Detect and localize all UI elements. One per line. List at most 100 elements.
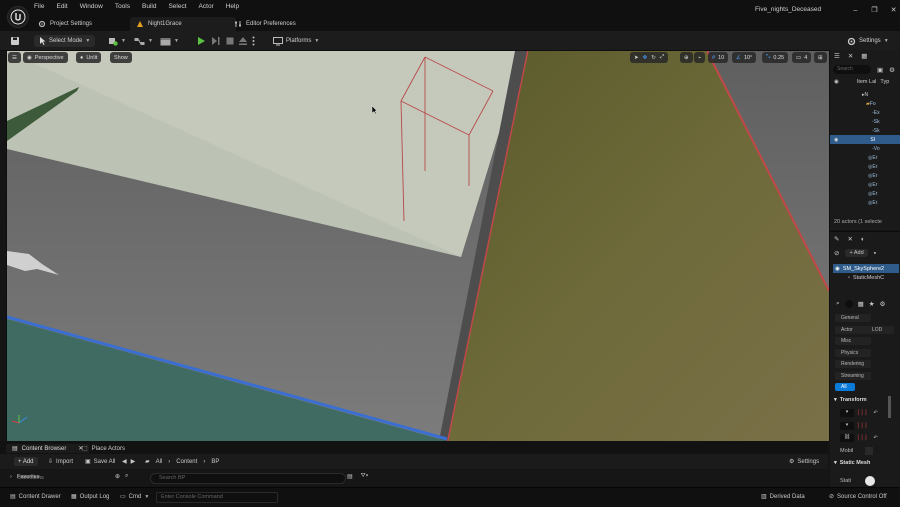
- blueprint-link-icon[interactable]: ⊘: [834, 249, 839, 257]
- view-mode-dropdown[interactable]: ● Unlit: [76, 52, 102, 63]
- cmd-dropdown[interactable]: ▭ Cmd ▼: [120, 493, 149, 501]
- cinematics-button[interactable]: ▼: [160, 35, 179, 47]
- menu-actor[interactable]: Actor: [199, 3, 214, 10]
- static-mesh-section-header[interactable]: ▾ Static Mesh: [834, 460, 870, 466]
- scale-dropdown[interactable]: ⛓: [840, 434, 854, 442]
- breadcrumb-all[interactable]: All: [156, 459, 163, 465]
- mobility-toggle[interactable]: [865, 447, 874, 455]
- menu-select[interactable]: Select: [168, 3, 186, 10]
- filter-icon[interactable]: ▣: [877, 66, 883, 74]
- location-xyz-fields[interactable]: ▏▏▏: [858, 410, 870, 416]
- menu-file[interactable]: File: [34, 3, 44, 10]
- add-button[interactable]: + Add: [14, 457, 38, 466]
- visibility-eye-icon[interactable]: ◉: [834, 137, 838, 143]
- list-item[interactable]: ◎ Er: [830, 171, 900, 180]
- sources-collapse[interactable]: › Favorites Collections: [10, 474, 44, 481]
- content-settings-button[interactable]: ⚙ Settings: [789, 458, 819, 466]
- list-item-selected[interactable]: ◉ SI: [830, 135, 900, 144]
- location-dropdown[interactable]: ▾: [840, 409, 854, 417]
- category-lod[interactable]: LOD: [866, 326, 894, 334]
- tab-place-actors[interactable]: ⬚ Place Actors: [82, 445, 125, 453]
- search-icon[interactable]: ⌕: [125, 473, 128, 480]
- content-search-input[interactable]: Search BP: [150, 473, 346, 484]
- outliner-search-input[interactable]: Search: [833, 65, 871, 74]
- blueprint-icon[interactable]: ▪: [874, 250, 876, 257]
- viewport-menu-button[interactable]: ☰: [8, 52, 21, 63]
- select-mode-dropdown[interactable]: Select Mode ▼: [34, 35, 96, 47]
- menu-tools[interactable]: Tools: [115, 3, 130, 10]
- rotate-tool-icon[interactable]: ↻: [651, 55, 656, 61]
- list-item[interactable]: ◦ Ex: [830, 108, 900, 117]
- save-button[interactable]: [10, 35, 20, 47]
- rotation-dropdown[interactable]: ▾: [840, 422, 854, 430]
- rotation-xyz-fields[interactable]: ▏▏▏: [858, 423, 870, 429]
- list-item[interactable]: ◎ Er: [830, 153, 900, 162]
- list-item[interactable]: ◦ Sk: [830, 117, 900, 126]
- category-rendering[interactable]: Rendering: [835, 360, 871, 368]
- grid-snap-button[interactable]: # 10: [708, 52, 729, 63]
- list-item[interactable]: ◦ Sk: [830, 126, 900, 135]
- world-local-toggle[interactable]: ⊕: [680, 52, 693, 63]
- visibility-eye-icon[interactable]: ◉: [834, 79, 839, 85]
- add-filter-icon[interactable]: ⊕: [115, 473, 120, 480]
- more-options-button[interactable]: [252, 35, 255, 47]
- selected-actor-row[interactable]: ◉ SM_SkySphere2: [833, 264, 899, 273]
- grid-view-icon[interactable]: ▦: [858, 300, 864, 308]
- reset-arrow-icon[interactable]: ↶: [874, 435, 878, 441]
- details-search-input[interactable]: [844, 300, 853, 308]
- play-button[interactable]: [196, 35, 206, 47]
- category-misc[interactable]: Misc: [835, 337, 871, 345]
- save-all-button[interactable]: ▣ Save All: [85, 458, 115, 466]
- save-search-icon[interactable]: ▤: [347, 473, 353, 480]
- reset-arrow-icon[interactable]: ↶: [874, 410, 878, 416]
- scale-xyz-fields[interactable]: ▏▏▏: [858, 435, 870, 441]
- list-item[interactable]: ◎ Er: [830, 180, 900, 189]
- gear-icon[interactable]: ⚙: [889, 66, 895, 74]
- menu-help[interactable]: Help: [226, 3, 239, 10]
- source-control-button[interactable]: ⊘ Source Control Off: [829, 493, 887, 501]
- list-item[interactable]: ◦ Vo: [830, 144, 900, 153]
- details-scrollbar[interactable]: [888, 396, 891, 418]
- tab-content-browser[interactable]: ▤ Content Browser ✕: [6, 444, 90, 453]
- filter-icon[interactable]: ⛛▾: [361, 473, 369, 480]
- menu-window[interactable]: Window: [80, 3, 103, 10]
- breadcrumb-content[interactable]: Content: [176, 459, 197, 465]
- category-all[interactable]: All: [835, 383, 855, 391]
- transform-section-header[interactable]: ▾ Transform: [834, 397, 867, 403]
- content-drawer-button[interactable]: ▤ Content Drawer: [10, 493, 61, 501]
- tab-editor-preferences[interactable]: Editor Preferences: [228, 17, 302, 31]
- select-tool-icon[interactable]: ➤: [634, 55, 639, 61]
- derived-data-button[interactable]: ▥ Derived Data: [761, 493, 805, 501]
- tab-level[interactable]: Night1Grace: [130, 17, 236, 31]
- perspective-dropdown[interactable]: ◉ Perspective: [23, 52, 68, 63]
- close-icon[interactable]: ✕: [847, 235, 852, 243]
- category-physics[interactable]: Physics: [835, 349, 871, 357]
- search-icon[interactable]: ⌕: [836, 300, 840, 308]
- platforms-dropdown[interactable]: Platforms ▼: [273, 35, 319, 47]
- scene-render[interactable]: [7, 51, 829, 441]
- minimize-button[interactable]: –: [846, 7, 865, 14]
- close-icon[interactable]: ✕: [848, 52, 853, 60]
- scale-tool-icon[interactable]: ⤢: [660, 54, 664, 61]
- unreal-logo-icon[interactable]: [7, 6, 29, 28]
- rotation-snap-button[interactable]: ∠ 10°: [732, 52, 757, 63]
- column-item-label[interactable]: Item Lal: [857, 79, 877, 85]
- list-item[interactable]: ◎ Er: [830, 162, 900, 171]
- list-item[interactable]: ▰ Fo: [830, 99, 900, 108]
- maximize-button[interactable]: ❐: [865, 6, 884, 14]
- folder-icon[interactable]: ▰: [145, 458, 150, 465]
- camera-speed-button[interactable]: ▭ 4: [792, 52, 812, 63]
- category-streaming[interactable]: Streaming: [835, 372, 871, 380]
- list-item[interactable]: ◎ Er: [830, 189, 900, 198]
- level-viewport[interactable]: [6, 50, 830, 442]
- settings-dropdown[interactable]: Settings ▼: [847, 35, 889, 47]
- category-general[interactable]: General: [835, 314, 871, 322]
- import-button[interactable]: ⇩ Import: [48, 458, 73, 466]
- back-icon[interactable]: ◀: [122, 458, 127, 465]
- tab-project-settings[interactable]: Project Settings: [32, 17, 98, 31]
- stop-button[interactable]: [225, 35, 235, 47]
- translate-tool-icon[interactable]: ✥: [643, 55, 648, 61]
- forward-icon[interactable]: ▶: [131, 458, 136, 465]
- scale-snap-button[interactable]: ⤡ 0.25: [762, 52, 789, 63]
- blueprints-button[interactable]: ▼: [134, 35, 153, 47]
